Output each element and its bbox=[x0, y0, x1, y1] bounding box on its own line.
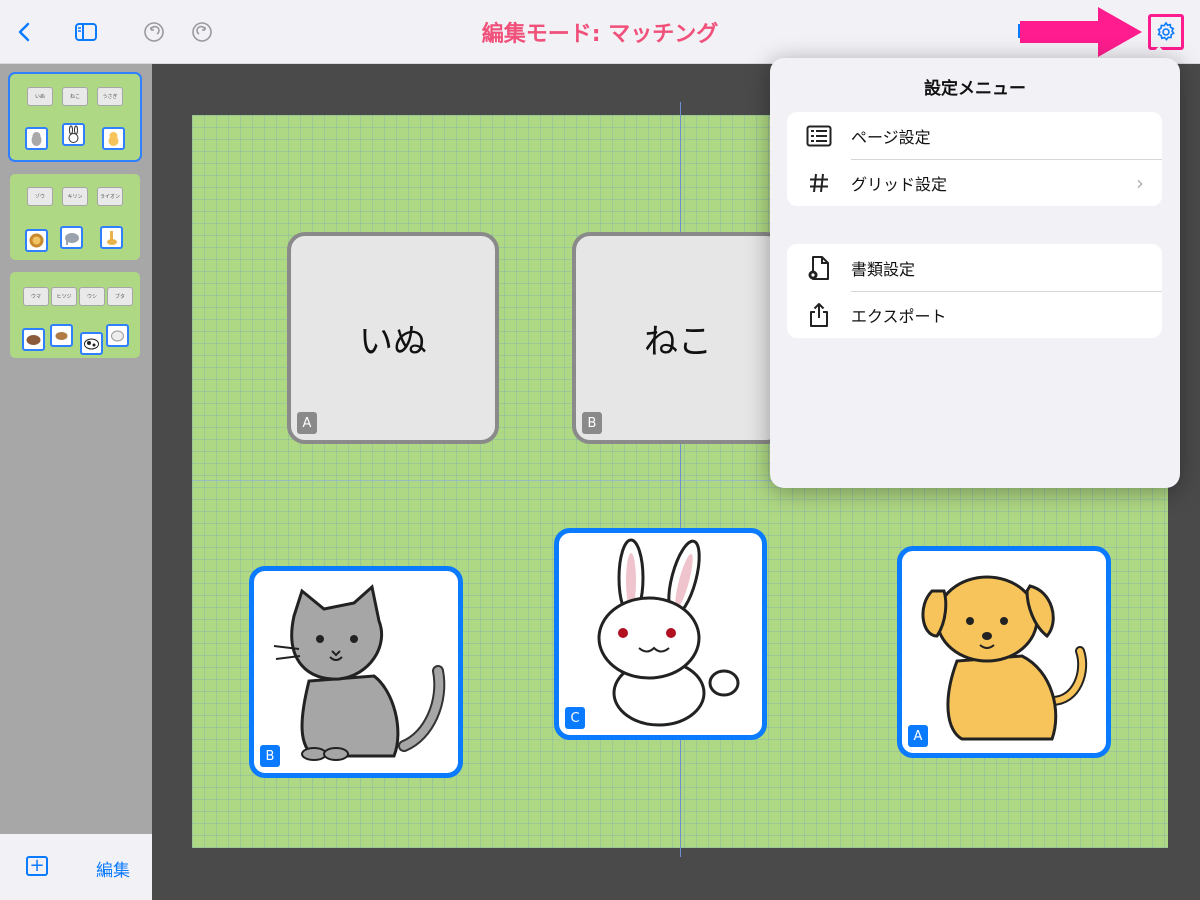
thumb-word-card: ねこ bbox=[63, 88, 87, 105]
thumb-word-card: ヒツジ bbox=[52, 288, 76, 305]
picture-card[interactable]: C bbox=[554, 528, 767, 740]
thumb-word-card: ライオン bbox=[98, 188, 122, 205]
thumb-word-card: ブタ bbox=[108, 288, 132, 305]
thumb-word-card: ゾウ bbox=[28, 188, 52, 205]
menu-item-grid-settings[interactable]: グリッド設定 › bbox=[787, 159, 1162, 206]
thumb-word-card: キリン bbox=[63, 188, 87, 205]
thumb-picture-card bbox=[60, 226, 83, 249]
page-thumbnail-1[interactable]: いぬ ねこ うさぎ bbox=[8, 72, 142, 162]
grid-hash-icon bbox=[805, 169, 833, 197]
rabbit-icon bbox=[597, 538, 740, 727]
thumb-word-card: ウマ bbox=[24, 288, 48, 305]
page-thumbnail-3[interactable]: ウマ ヒツジ ウシ ブタ bbox=[10, 272, 140, 358]
word-card-text: ねこ bbox=[644, 321, 712, 362]
thumb-picture-card bbox=[100, 226, 123, 249]
thumb-word-card: いぬ bbox=[28, 88, 52, 105]
word-card[interactable]: いぬ A bbox=[287, 232, 499, 444]
card-badge: B bbox=[582, 412, 602, 434]
page-thumbnail-2[interactable]: ゾウ キリン ライオン bbox=[10, 174, 140, 260]
page-list-icon bbox=[805, 122, 833, 150]
thumb-picture-card bbox=[80, 332, 103, 355]
sidebar-footer: + 編集 bbox=[0, 834, 152, 900]
chevron-right-icon: › bbox=[1136, 170, 1144, 195]
thumb-picture-card bbox=[25, 127, 48, 150]
cat-icon bbox=[273, 584, 446, 761]
picture-card[interactable]: A bbox=[897, 546, 1111, 758]
document-gear-icon bbox=[805, 254, 833, 282]
card-badge: A bbox=[297, 412, 317, 434]
thumb-word-card: ウシ bbox=[80, 288, 104, 305]
highlight-arrow-icon bbox=[1020, 7, 1142, 57]
menu-item-export[interactable]: エクスポート bbox=[787, 291, 1162, 338]
thumb-picture-card bbox=[102, 127, 125, 150]
settings-menu-popover: 設定メニュー ページ設定 グリッド設定 › 書類設定 エクスポート bbox=[770, 58, 1180, 488]
menu-item-label: グリッド設定 bbox=[851, 174, 948, 194]
page-thumbnail-sidebar: いぬ ねこ うさぎ ゾウ キリン ライオン ウマ ヒツジ ウシ ブタ + 編集 bbox=[0, 64, 152, 900]
thumb-picture-card bbox=[62, 123, 85, 146]
menu-item-document-settings[interactable]: 書類設定 bbox=[787, 244, 1162, 291]
share-icon bbox=[805, 301, 833, 329]
word-card-text: いぬ bbox=[359, 321, 427, 362]
gear-icon bbox=[1157, 21, 1175, 41]
center-guide-vertical bbox=[680, 102, 681, 857]
picture-card[interactable]: B bbox=[249, 566, 463, 778]
plus-square-icon[interactable]: + bbox=[26, 856, 48, 876]
menu-item-label: 書類設定 bbox=[851, 259, 916, 279]
thumb-word-card: うさぎ bbox=[98, 88, 122, 105]
edit-pages-button[interactable]: 編集 bbox=[96, 856, 130, 881]
dog-icon bbox=[921, 575, 1088, 741]
menu-item-page-settings[interactable]: ページ設定 bbox=[787, 112, 1162, 159]
card-badge: A bbox=[908, 725, 928, 747]
menu-title: 設定メニュー bbox=[924, 79, 1026, 99]
thumb-picture-card bbox=[106, 324, 129, 347]
menu-item-label: エクスポート bbox=[851, 306, 947, 326]
card-badge: C bbox=[565, 707, 585, 729]
settings-button[interactable] bbox=[1148, 14, 1184, 50]
thumb-picture-card bbox=[25, 229, 48, 252]
word-card[interactable]: ねこ B bbox=[572, 232, 784, 444]
thumb-picture-card bbox=[50, 324, 73, 347]
thumb-picture-card bbox=[22, 328, 45, 351]
menu-group-page: ページ設定 グリッド設定 › bbox=[787, 112, 1162, 206]
menu-item-label: ページ設定 bbox=[851, 127, 931, 147]
menu-group-document: 書類設定 エクスポート bbox=[787, 244, 1162, 338]
card-badge: B bbox=[260, 745, 280, 767]
